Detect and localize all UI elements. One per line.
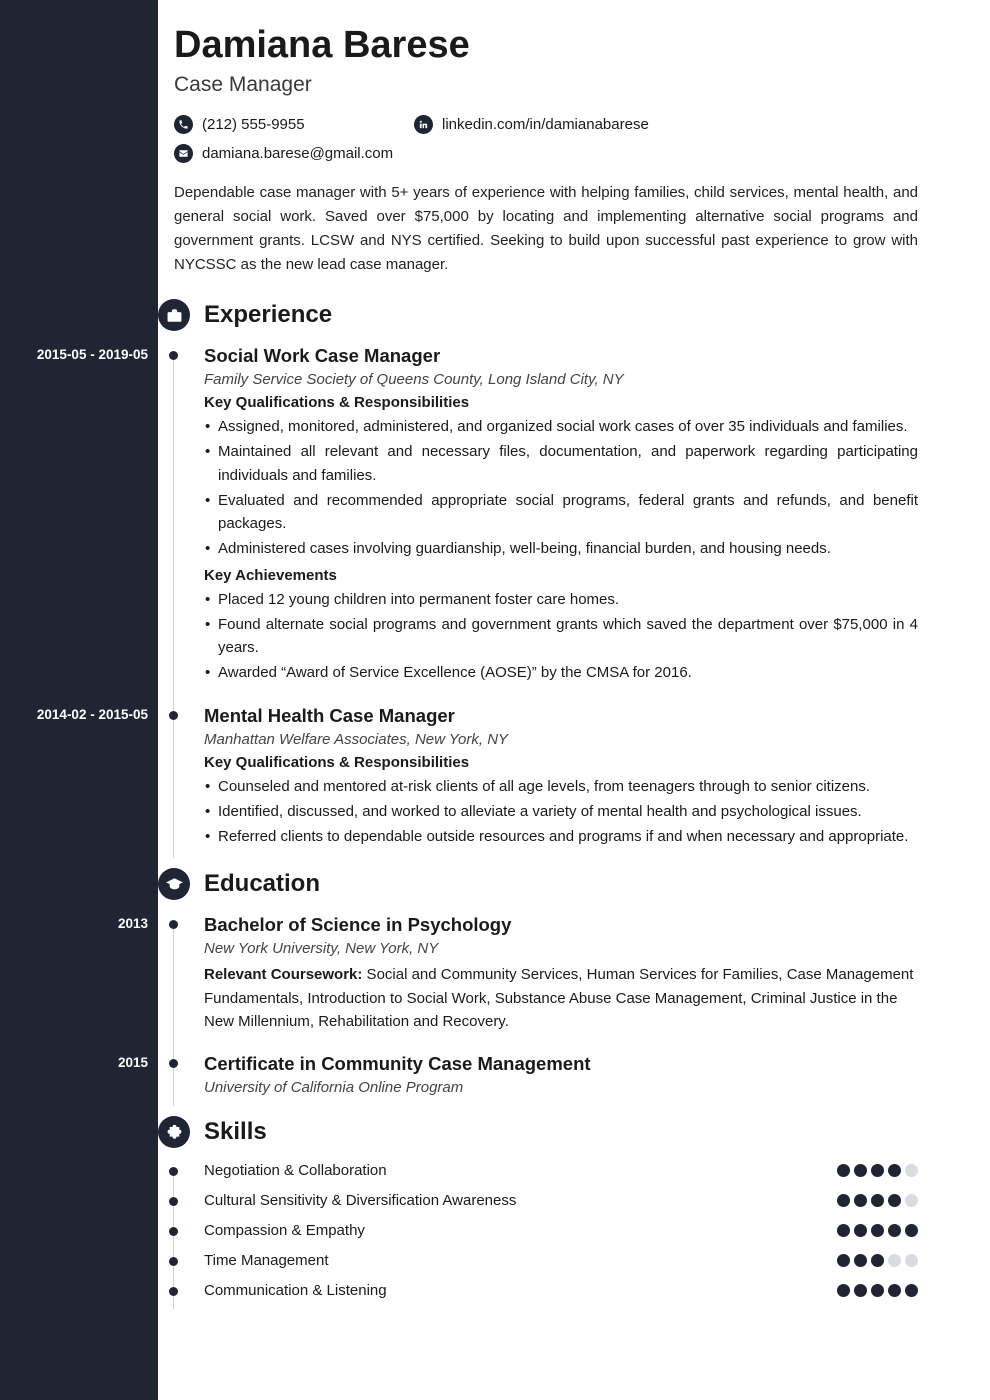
skill-dots	[837, 1164, 918, 1177]
main-content: Damiana Barese Case Manager (212) 555-99…	[158, 0, 990, 1400]
resp-heading: Key Qualifications & Responsibilities	[204, 754, 918, 771]
experience-timeline: Social Work Case Manager Family Service S…	[174, 345, 918, 848]
school-org: New York University, New York, NY	[204, 940, 918, 957]
skill-row: Communication & Listening	[204, 1282, 918, 1299]
contact-phone: (212) 555-9955	[174, 115, 394, 134]
skill-dot	[905, 1284, 918, 1297]
contact-email: damiana.barese@gmail.com	[174, 144, 494, 163]
skill-row: Time Management	[204, 1252, 918, 1269]
skill-dot	[888, 1194, 901, 1207]
skill-dots	[837, 1284, 918, 1297]
resp-item: Referred clients to dependable outside r…	[204, 825, 918, 848]
skill-dot	[888, 1224, 901, 1237]
skill-name: Cultural Sensitivity & Diversification A…	[204, 1192, 516, 1209]
skill-dot	[905, 1164, 918, 1177]
ach-item: Placed 12 young children into permanent …	[204, 588, 918, 611]
skill-dot	[837, 1194, 850, 1207]
resp-item: Identified, discussed, and worked to all…	[204, 800, 918, 823]
date-label: 2014-02 - 2015-05	[37, 707, 148, 722]
education-timeline: Bachelor of Science in Psychology New Yor…	[174, 914, 918, 1096]
job-title: Mental Health Case Manager	[204, 705, 918, 727]
education-section: Education Bachelor of Science in Psychol…	[174, 868, 918, 1096]
skill-name: Compassion & Empathy	[204, 1222, 365, 1239]
job-org: Family Service Society of Queens County,…	[204, 371, 918, 388]
experience-section: Experience Social Work Case Manager Famil…	[174, 299, 918, 848]
skill-dot	[871, 1164, 884, 1177]
contacts-block: (212) 555-9955 linkedin.com/in/damianaba…	[174, 115, 918, 163]
contact-linkedin: linkedin.com/in/damianabarese	[414, 115, 734, 134]
skill-dot	[905, 1224, 918, 1237]
skill-dot	[837, 1224, 850, 1237]
skill-dot	[871, 1284, 884, 1297]
skill-name: Communication & Listening	[204, 1282, 387, 1299]
skill-name: Negotiation & Collaboration	[204, 1162, 387, 1179]
skill-dot	[854, 1254, 867, 1267]
resp-item: Administered cases involving guardianshi…	[204, 537, 918, 560]
skill-dot	[888, 1254, 901, 1267]
education-heading: Education	[204, 870, 320, 898]
resp-item: Evaluated and recommended appropriate so…	[204, 489, 918, 536]
job-title: Social Work Case Manager	[204, 345, 918, 367]
date-label: 2013	[118, 916, 148, 931]
skill-dot	[854, 1284, 867, 1297]
date-label: 2015-05 - 2019-05	[37, 347, 148, 362]
phone-text: (212) 555-9955	[202, 116, 305, 133]
skill-dot	[871, 1224, 884, 1237]
skill-dot	[837, 1254, 850, 1267]
resp-item: Maintained all relevant and necessary fi…	[204, 440, 918, 487]
education-entry: Certificate in Community Case Management…	[204, 1053, 918, 1096]
phone-icon	[174, 115, 193, 134]
experience-heading: Experience	[204, 301, 332, 329]
education-entry: Bachelor of Science in Psychology New Yor…	[204, 914, 918, 1033]
skill-dots	[837, 1194, 918, 1207]
skills-timeline: Negotiation & Collaboration Cultural Sens…	[174, 1162, 918, 1299]
skill-dot	[888, 1164, 901, 1177]
job-org: Manhattan Welfare Associates, New York, …	[204, 731, 918, 748]
experience-entry: Social Work Case Manager Family Service S…	[204, 345, 918, 685]
skill-name: Time Management	[204, 1252, 329, 1269]
skill-row: Negotiation & Collaboration	[204, 1162, 918, 1179]
degree-title: Certificate in Community Case Management	[204, 1053, 918, 1075]
degree-title: Bachelor of Science in Psychology	[204, 914, 918, 936]
skill-dot	[871, 1254, 884, 1267]
skill-row: Compassion & Empathy	[204, 1222, 918, 1239]
resp-heading: Key Qualifications & Responsibilities	[204, 394, 918, 411]
skills-section: Skills Negotiation & Collaboration Cultur…	[174, 1116, 918, 1299]
skill-dot	[854, 1164, 867, 1177]
experience-entry: Mental Health Case Manager Manhattan Welf…	[204, 705, 918, 849]
skill-dot	[854, 1194, 867, 1207]
person-title: Case Manager	[174, 73, 918, 97]
skill-dot	[888, 1284, 901, 1297]
gradcap-icon	[158, 868, 190, 900]
skill-dots	[837, 1224, 918, 1237]
skill-dots	[837, 1254, 918, 1267]
person-name: Damiana Barese	[174, 24, 918, 67]
summary: Dependable case manager with 5+ years of…	[174, 181, 918, 277]
skill-dot	[871, 1194, 884, 1207]
date-label: 2015	[118, 1055, 148, 1070]
linkedin-text: linkedin.com/in/damianabarese	[442, 116, 649, 133]
ach-heading: Key Achievements	[204, 567, 918, 584]
email-icon	[174, 144, 193, 163]
ach-item: Awarded “Award of Service Excellence (AO…	[204, 661, 918, 684]
resp-item: Assigned, monitored, administered, and o…	[204, 415, 918, 438]
ach-item: Found alternate social programs and gove…	[204, 613, 918, 660]
skill-dot	[837, 1164, 850, 1177]
skill-row: Cultural Sensitivity & Diversification A…	[204, 1192, 918, 1209]
skill-dot	[854, 1224, 867, 1237]
briefcase-icon	[158, 299, 190, 331]
linkedin-icon	[414, 115, 433, 134]
puzzle-icon	[158, 1116, 190, 1148]
skill-dot	[905, 1254, 918, 1267]
sidebar: 2015-05 - 2019-05 2014-02 - 2015-05 2013 20…	[0, 0, 158, 1400]
resp-item: Counseled and mentored at-risk clients o…	[204, 775, 918, 798]
resume-page: 2015-05 - 2019-05 2014-02 - 2015-05 2013 20…	[0, 0, 990, 1400]
email-text: damiana.barese@gmail.com	[202, 145, 393, 162]
skill-dot	[905, 1194, 918, 1207]
skill-dot	[837, 1284, 850, 1297]
coursework: Relevant Coursework: Social and Communit…	[204, 963, 918, 1033]
school-org: University of California Online Program	[204, 1079, 918, 1096]
skills-heading: Skills	[204, 1118, 267, 1146]
